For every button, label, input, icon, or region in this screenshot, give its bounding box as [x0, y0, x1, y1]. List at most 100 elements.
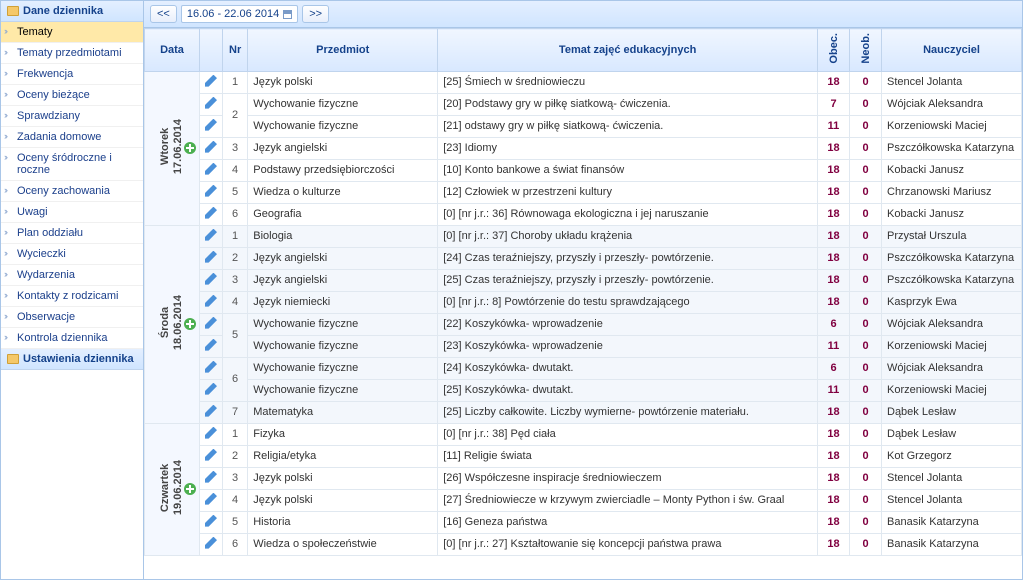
edit-cell[interactable]: [200, 115, 223, 137]
nr-cell: 1: [223, 423, 248, 445]
obec-cell: 18: [818, 511, 850, 533]
topic-cell: [0] [nr j.r.: 27] Kształtowanie się konc…: [438, 533, 818, 555]
pencil-icon: [205, 273, 217, 285]
teacher-cell: Korzeniowski Maciej: [882, 335, 1022, 357]
add-icon[interactable]: [184, 318, 196, 330]
sidebar-item[interactable]: Oceny bieżące: [1, 85, 143, 106]
sidebar-item[interactable]: Tematy przedmiotami: [1, 43, 143, 64]
sidebar-item[interactable]: Frekwencja: [1, 64, 143, 85]
edit-cell[interactable]: [200, 159, 223, 181]
pencil-icon: [205, 207, 217, 219]
subject-cell: Język niemiecki: [248, 291, 438, 313]
edit-cell[interactable]: [200, 511, 223, 533]
topic-cell: [21] odstawy gry w piłkę siatkową- ćwicz…: [438, 115, 818, 137]
date-range-input[interactable]: 16.06 - 22.06 2014: [181, 5, 298, 23]
sidebar-section-header: Dane dziennika: [1, 1, 143, 22]
nr-cell: 1: [223, 225, 248, 247]
pencil-icon: [205, 361, 217, 373]
sidebar-item[interactable]: Uwagi: [1, 202, 143, 223]
edit-cell[interactable]: [200, 225, 223, 247]
sidebar-item[interactable]: Plan oddziału: [1, 223, 143, 244]
sidebar-item[interactable]: Obserwacje: [1, 307, 143, 328]
edit-cell[interactable]: [200, 269, 223, 291]
sidebar-item[interactable]: Oceny zachowania: [1, 181, 143, 202]
pencil-icon: [205, 163, 217, 175]
edit-cell[interactable]: [200, 137, 223, 159]
nr-cell: 5: [223, 511, 248, 533]
topic-cell: [12] Człowiek w przestrzeni kultury: [438, 181, 818, 203]
teacher-cell: Korzeniowski Maciej: [882, 379, 1022, 401]
subject-cell: Fizyka: [248, 423, 438, 445]
col-header-topic: Temat zajęć edukacyjnych: [438, 29, 818, 72]
next-week-button[interactable]: >>: [302, 5, 329, 23]
pencil-icon: [205, 119, 217, 131]
subject-cell: Geografia: [248, 203, 438, 225]
sidebar-item[interactable]: Zadania domowe: [1, 127, 143, 148]
nr-cell: 5: [223, 181, 248, 203]
neob-cell: 0: [850, 423, 882, 445]
nr-cell: 5: [223, 313, 248, 357]
subject-cell: Wiedza o kulturze: [248, 181, 438, 203]
teacher-cell: Dąbek Lesław: [882, 401, 1022, 423]
teacher-cell: Stencel Jolanta: [882, 71, 1022, 93]
sidebar-item[interactable]: Kontrola dziennika: [1, 328, 143, 349]
edit-cell[interactable]: [200, 203, 223, 225]
pencil-icon: [205, 251, 217, 263]
topic-cell: [25] Liczby całkowite. Liczby wymierne- …: [438, 401, 818, 423]
edit-cell[interactable]: [200, 71, 223, 93]
teacher-cell: Pszczółkowska Katarzyna: [882, 247, 1022, 269]
sidebar-item[interactable]: Sprawdziany: [1, 106, 143, 127]
teacher-cell: Wójciak Aleksandra: [882, 357, 1022, 379]
edit-cell[interactable]: [200, 357, 223, 379]
add-icon[interactable]: [184, 142, 196, 154]
neob-cell: 0: [850, 401, 882, 423]
teacher-cell: Banasik Katarzyna: [882, 511, 1022, 533]
edit-cell[interactable]: [200, 335, 223, 357]
obec-cell: 18: [818, 71, 850, 93]
edit-cell[interactable]: [200, 423, 223, 445]
neob-cell: 0: [850, 445, 882, 467]
edit-cell[interactable]: [200, 401, 223, 423]
neob-cell: 0: [850, 181, 882, 203]
edit-cell[interactable]: [200, 533, 223, 555]
neob-cell: 0: [850, 93, 882, 115]
neob-cell: 0: [850, 357, 882, 379]
sidebar: Dane dziennika TematyTematy przedmiotami…: [1, 1, 144, 579]
add-icon[interactable]: [184, 483, 196, 495]
col-header-nr: Nr: [223, 29, 248, 72]
pencil-icon: [205, 141, 217, 153]
edit-cell[interactable]: [200, 181, 223, 203]
edit-cell[interactable]: [200, 313, 223, 335]
edit-cell[interactable]: [200, 247, 223, 269]
edit-cell[interactable]: [200, 379, 223, 401]
sidebar-item[interactable]: Wydarzenia: [1, 265, 143, 286]
teacher-cell: Kot Grzegorz: [882, 445, 1022, 467]
topic-cell: [24] Czas teraźniejszy, przyszły i przes…: [438, 247, 818, 269]
nr-cell: 6: [223, 533, 248, 555]
obec-cell: 7: [818, 93, 850, 115]
edit-cell[interactable]: [200, 489, 223, 511]
nr-cell: 3: [223, 137, 248, 159]
obec-cell: 18: [818, 401, 850, 423]
topic-cell: [22] Koszykówka- wprowadzenie: [438, 313, 818, 335]
topic-cell: [25] Koszykówka- dwutakt.: [438, 379, 818, 401]
edit-cell[interactable]: [200, 291, 223, 313]
subject-cell: Wychowanie fizyczne: [248, 313, 438, 335]
sidebar-item[interactable]: Kontakty z rodzicami: [1, 286, 143, 307]
edit-cell[interactable]: [200, 445, 223, 467]
neob-cell: 0: [850, 203, 882, 225]
neob-cell: 0: [850, 533, 882, 555]
neob-cell: 0: [850, 137, 882, 159]
sidebar-item[interactable]: Wycieczki: [1, 244, 143, 265]
sidebar-item[interactable]: Oceny śródroczne i roczne: [1, 148, 143, 181]
nr-cell: 4: [223, 291, 248, 313]
obec-cell: 18: [818, 489, 850, 511]
pencil-icon: [205, 471, 217, 483]
sidebar-item[interactable]: Tematy: [1, 22, 143, 43]
edit-cell[interactable]: [200, 467, 223, 489]
obec-cell: 18: [818, 269, 850, 291]
nr-cell: 1: [223, 71, 248, 93]
pencil-icon: [205, 295, 217, 307]
edit-cell[interactable]: [200, 93, 223, 115]
prev-week-button[interactable]: <<: [150, 5, 177, 23]
